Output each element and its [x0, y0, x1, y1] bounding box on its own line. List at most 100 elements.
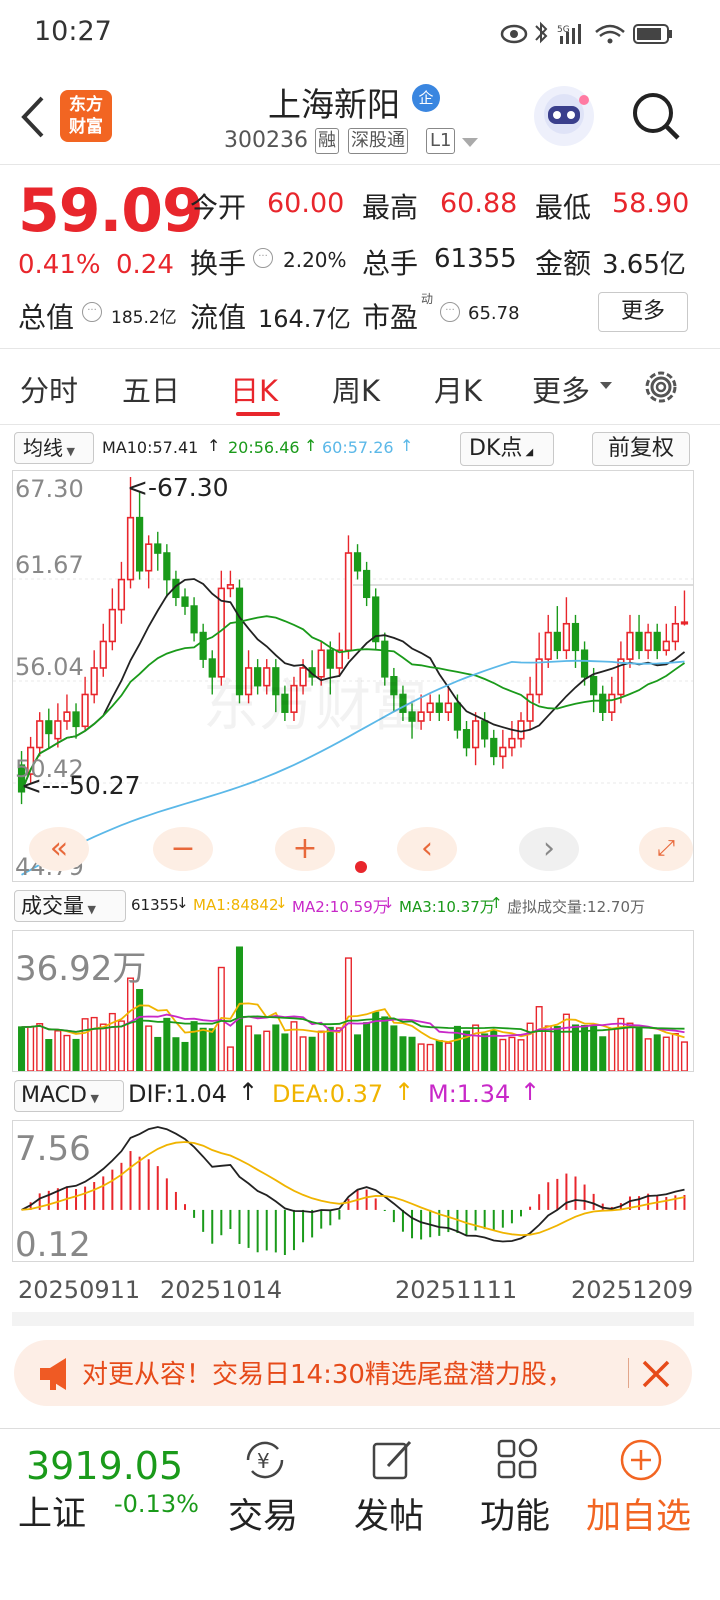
index-value[interactable]: 3919.05: [26, 1444, 183, 1488]
date-label-0: 20250911: [18, 1276, 141, 1304]
candle-body: [635, 631, 643, 652]
macd-chart[interactable]: 7.56 0.12: [12, 1120, 694, 1265]
search-button[interactable]: [630, 90, 682, 142]
value-pe: 65.78: [468, 303, 520, 324]
value-amount: 3.65亿: [602, 250, 686, 280]
kline-chart[interactable]: 东方财富 67.30 61.67 56.04 50.42 44.79 <-67.…: [12, 470, 694, 882]
volume-bar: [444, 1042, 452, 1071]
candle-body: [344, 552, 353, 652]
candle-body: [508, 737, 516, 749]
tag-shengutong: 深股通: [348, 128, 408, 154]
caret-icon: ▼: [86, 1092, 99, 1105]
info-icon[interactable]: ···: [253, 248, 273, 268]
volume-bar: [535, 1006, 543, 1071]
date-label-2: 20251111: [395, 1276, 518, 1304]
ma-select[interactable]: 均线 ▼: [14, 432, 94, 464]
volume-bar: [399, 1036, 407, 1071]
zoom-in-button[interactable]: +: [275, 827, 335, 871]
volume-bar: [481, 1033, 489, 1071]
scroll-fast-left-button[interactable]: «: [29, 827, 89, 871]
value-turnover: 2.20%: [283, 248, 347, 272]
ma60-value: 60:57.26: [322, 438, 394, 457]
gear-icon: [645, 371, 677, 403]
candle-body: [499, 746, 507, 758]
macd-dea: DEA:0.37: [272, 1080, 384, 1108]
add-watchlist-button[interactable]: 加自选: [584, 1436, 704, 1556]
dk-corner-icon: ◢: [522, 447, 534, 458]
watermark: 东方财富: [203, 674, 427, 739]
volume-bar: [417, 1043, 425, 1071]
candle-body: [135, 516, 144, 572]
candle-body: [108, 608, 116, 643]
trade-button[interactable]: ¥ 交易: [226, 1436, 306, 1556]
dea-arrow-icon: ↑: [394, 1078, 415, 1106]
value-total-mv: 185.2亿: [111, 308, 177, 328]
volume-bar: [626, 1022, 634, 1071]
tab-more[interactable]: 更多: [532, 368, 590, 410]
back-button[interactable]: [18, 96, 48, 138]
candle-body: [580, 649, 589, 678]
function-button[interactable]: 功能: [478, 1436, 558, 1556]
label-float-mv: 流值: [190, 301, 247, 334]
candle-body: [117, 578, 126, 611]
volume-chart[interactable]: 36.92万: [12, 930, 694, 1072]
date-label-1: 20251014: [160, 1276, 283, 1304]
candle-body: [590, 675, 598, 696]
zoom-out-button[interactable]: −: [153, 827, 213, 871]
volume-bar: [145, 1025, 153, 1071]
more-quote-button[interactable]: 更多: [598, 292, 688, 332]
candle-body: [562, 622, 571, 652]
plus-circle-icon: [620, 1439, 662, 1481]
volume-bar: [635, 1027, 643, 1071]
grid-apps-icon: [497, 1438, 538, 1479]
candle-body: [72, 711, 80, 728]
volume-bar: [317, 1030, 325, 1071]
post-button[interactable]: 发帖: [352, 1436, 432, 1556]
robot-assistant-icon[interactable]: [534, 86, 594, 146]
banner-close-button[interactable]: [636, 1354, 676, 1394]
label-pe: 市盈: [362, 301, 419, 334]
ma10-value: MA10:57.41: [102, 438, 199, 457]
tab-zhouk[interactable]: 周K: [332, 368, 380, 410]
prev-button[interactable]: ‹: [397, 827, 457, 871]
info-icon[interactable]: ···: [440, 302, 460, 322]
dk-point-button[interactable]: DK点 ◢: [460, 432, 554, 466]
candle-body: [644, 631, 652, 652]
volume-select[interactable]: 成交量 ▼: [14, 890, 126, 922]
promo-banner[interactable]: 对更从容！交易日14:30精选尾盘潜力股，: [14, 1340, 692, 1406]
next-button[interactable]: ›: [519, 827, 579, 871]
vol-ma3-arrow-icon: ↑: [490, 894, 503, 912]
label-volume: 总手: [362, 247, 419, 280]
candle-body: [653, 631, 661, 652]
low-marker: <---50.27: [21, 771, 141, 800]
dropdown-triangle-icon[interactable]: [462, 138, 478, 147]
candle-body: [662, 640, 670, 652]
volume-bar: [671, 1032, 679, 1071]
candle-body: [571, 622, 580, 652]
label-low: 最低: [535, 191, 592, 224]
volume-bar: [344, 957, 352, 1071]
tab-fenshi[interactable]: 分时: [20, 368, 78, 410]
tab-wuri[interactable]: 五日: [122, 368, 180, 410]
volume-bar: [136, 989, 144, 1071]
tab-yuek[interactable]: 月K: [434, 368, 482, 410]
chevron-left-icon: [21, 96, 44, 138]
volume-bar: [299, 1036, 307, 1071]
info-icon[interactable]: ···: [82, 302, 102, 322]
macd-select[interactable]: MACD ▼: [14, 1080, 124, 1112]
ma-select-label: 均线: [23, 436, 63, 460]
fullscreen-button[interactable]: ⤢: [639, 827, 693, 871]
settings-button[interactable]: [640, 366, 682, 408]
volume-bar: [99, 1023, 107, 1071]
app-logo[interactable]: 东方 财富: [60, 90, 112, 142]
candle-body: [544, 631, 552, 660]
adjust-button[interactable]: 前复权: [592, 432, 690, 466]
volume-bar: [354, 1034, 362, 1071]
volume-bar: [245, 1025, 253, 1071]
value-low: 58.90: [612, 188, 690, 219]
volume-bar: [154, 1036, 162, 1071]
trade-label: 交易: [228, 1497, 299, 1537]
candle-body: [81, 693, 89, 728]
tab-rik[interactable]: 日K: [230, 368, 278, 410]
candle-body: [353, 552, 362, 572]
